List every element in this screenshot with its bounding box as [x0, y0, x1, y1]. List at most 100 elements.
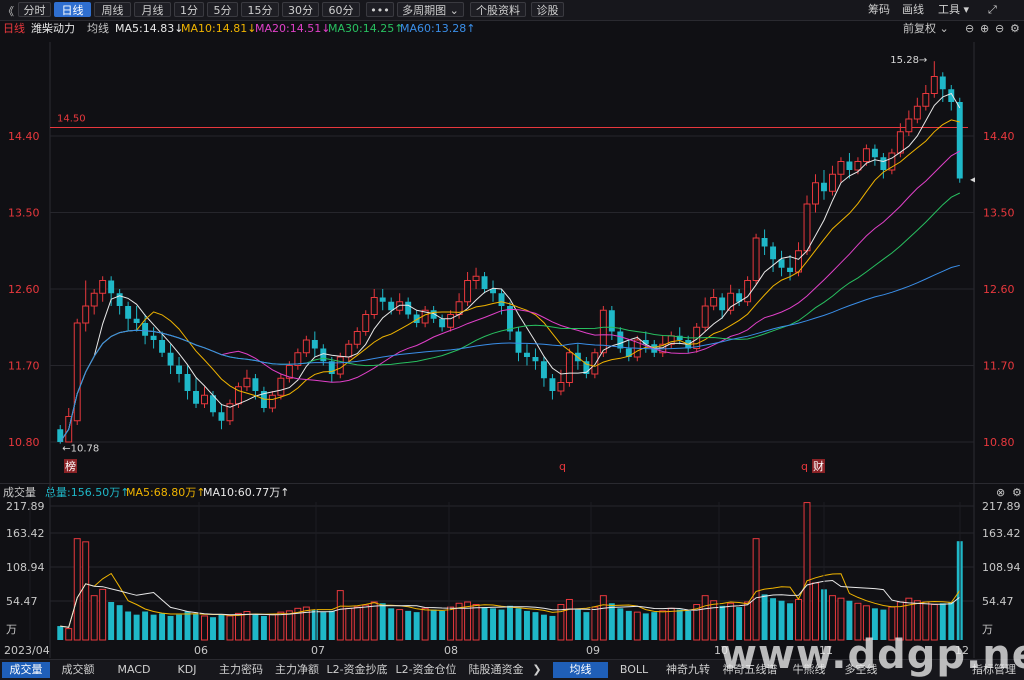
candle-down: [405, 301, 412, 315]
volume-bar-up: [362, 604, 370, 641]
candle-up: [99, 280, 107, 294]
volume-bar-up: [277, 611, 285, 641]
candle-down: [939, 76, 946, 90]
volume-bar-down: [379, 603, 386, 640]
volume-bar-up: [353, 606, 361, 641]
price-tick-label-right: 10.80: [983, 436, 1015, 449]
price-tick-label-left: 11.70: [8, 360, 40, 373]
watermark: www.ddgp.net: [720, 632, 1024, 678]
date-tick-label: 2023/04: [4, 644, 50, 657]
candle-up: [565, 352, 573, 383]
volume-bar-down: [532, 612, 539, 640]
candle-up: [803, 203, 811, 252]
candle-up: [362, 314, 370, 332]
volume-bar-down: [676, 609, 683, 640]
event-marker: 财: [813, 459, 824, 473]
price-tick-label-left: 12.60: [8, 283, 40, 296]
candle-up: [727, 292, 735, 311]
candle-down: [532, 357, 539, 362]
overlay-tab[interactable]: 神奇九转: [661, 662, 715, 678]
volume-bar-down: [481, 607, 488, 640]
price-tick-label-right: 14.40: [983, 130, 1015, 143]
candle-down: [311, 340, 318, 349]
volume-bar-down: [320, 612, 327, 640]
indicator-tab[interactable]: KDJ: [165, 662, 209, 678]
volume-bar-up: [268, 614, 276, 641]
candle-down: [871, 148, 878, 158]
volume-bar-down: [167, 615, 174, 640]
volume-bar-up: [667, 607, 675, 641]
kline-chart[interactable]: 14.40 14.40 13.50 13.50 12.60 12.60 11.70 11.70…: [0, 0, 1024, 659]
candle-down: [956, 102, 963, 179]
volume-tick-label-left: 163.42: [6, 527, 45, 540]
volume-bar-down: [490, 608, 496, 640]
chevron-right-icon[interactable]: ❯: [531, 662, 543, 678]
volume-bar-up: [701, 595, 709, 641]
volume-bar-up: [90, 595, 98, 641]
indicator-tab[interactable]: 主力净额: [272, 662, 322, 678]
volume-bar-down: [625, 610, 632, 640]
candle-up: [837, 161, 845, 175]
indicator-tab[interactable]: 主力密码: [213, 662, 269, 678]
volume-bar-down: [108, 601, 115, 640]
indicator-tab[interactable]: 成交额: [52, 662, 104, 678]
indicator-tab[interactable]: 成交量: [2, 662, 50, 678]
candle-down: [116, 293, 123, 306]
indicator-tab[interactable]: 陆股通资金: [464, 662, 528, 678]
volume-bar-up: [396, 609, 404, 641]
volume-tick-label-left: 万: [6, 623, 17, 636]
candle-up: [90, 292, 98, 307]
volume-bar-down: [252, 614, 259, 640]
volume-bar-down: [685, 610, 692, 640]
volume-bar-down: [311, 609, 318, 640]
candle-down: [770, 246, 777, 260]
candle-up: [370, 297, 378, 315]
candle-up: [905, 118, 913, 133]
candle-up: [447, 314, 455, 328]
date-tick-label: 06: [194, 644, 208, 657]
volume-bar-up: [370, 601, 378, 641]
volume-tick-label-right: 54.47: [982, 595, 1014, 608]
candle-down: [176, 365, 183, 374]
volume-bar-down: [193, 613, 199, 640]
candle-up: [744, 280, 752, 303]
volume-bar-up: [82, 541, 90, 641]
candle-up: [752, 237, 760, 281]
candle-up: [396, 301, 404, 311]
candle-up: [701, 305, 709, 328]
event-marker: q: [801, 460, 808, 473]
low-annotation: ←10.78: [62, 444, 99, 455]
volume-bar-down: [405, 610, 412, 640]
volume-bar-down: [617, 608, 624, 640]
indicator-tab[interactable]: L2-资金抄底: [325, 662, 389, 678]
candle-down: [379, 297, 386, 302]
volume-bar-down: [507, 605, 513, 640]
volume-bar-down: [540, 614, 547, 640]
volume-bar-down: [218, 614, 225, 640]
volume-bar-down: [210, 617, 216, 640]
price-tick-label-right: 12.60: [983, 283, 1015, 296]
candle-up: [268, 394, 276, 409]
reference-line-label: 14.50: [57, 114, 86, 125]
volume-bar-down: [608, 603, 615, 640]
volume-bar-up: [472, 604, 480, 641]
candle-down: [524, 352, 530, 357]
volume-bar-up: [591, 606, 599, 641]
candle-up: [472, 275, 480, 281]
candle-down: [57, 429, 64, 442]
indicator-tab[interactable]: MACD: [107, 662, 161, 678]
overlay-tab[interactable]: 均线: [553, 662, 608, 678]
volume-bar-down: [388, 608, 395, 640]
candle-down: [515, 331, 522, 353]
volume-bar-down: [176, 614, 183, 640]
volume-bar-up: [633, 611, 641, 641]
volume-bar-up: [243, 610, 251, 641]
volume-tick-label-left: 108.94: [6, 561, 45, 574]
overlay-tab[interactable]: BOLL: [610, 662, 658, 678]
volume-bar-up: [710, 600, 718, 641]
indicator-tab[interactable]: L2-资金仓位: [391, 662, 461, 678]
candle-up: [243, 377, 251, 388]
candle-up: [913, 105, 921, 120]
volume-bar-down: [549, 615, 556, 640]
candle-down: [150, 335, 157, 340]
